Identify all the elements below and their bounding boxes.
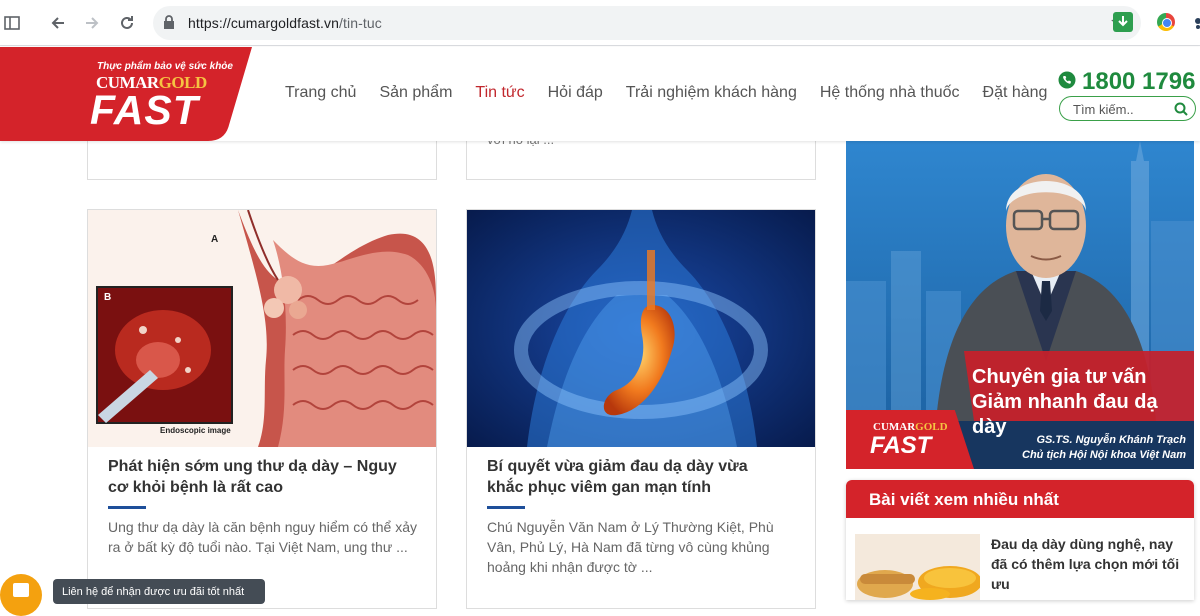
extension-icon[interactable] — [1186, 11, 1200, 35]
banner-headline-line-1: Chuyên gia tư vấn — [972, 366, 1147, 388]
article-excerpt: Chú Nguyễn Văn Nam ở Lý Thường Kiệt, Phù… — [487, 519, 774, 575]
search-placeholder: Tìm kiếm.. — [1073, 102, 1134, 117]
title-underline — [487, 506, 525, 509]
article-card[interactable]: A B Endoscopic image Phát hiện sớm ung t… — [87, 209, 437, 609]
reload-icon[interactable] — [115, 11, 139, 35]
article-title[interactable]: Bí quyết vừa giảm đau dạ dày vừa khắc ph… — [487, 456, 787, 498]
chrome-extension-icon[interactable] — [1157, 13, 1175, 31]
article-image-stomach-xray[interactable] — [467, 210, 815, 447]
popular-post-thumbnail[interactable] — [855, 534, 980, 600]
popular-post-title[interactable]: Đau dạ dày dùng nghệ, nay đã có thêm lựa… — [991, 534, 1186, 594]
nav-item-san-pham[interactable]: Sản phẩm — [379, 84, 452, 102]
expert-name: GS.TS. Nguyễn Khánh Trạch — [1036, 434, 1186, 446]
image-label-b: B — [104, 292, 112, 303]
lock-icon — [163, 15, 175, 35]
title-underline — [108, 506, 146, 509]
whatsapp-phone-icon — [1058, 71, 1076, 94]
nav-item-trai-nghiem[interactable]: Trải nghiệm khách hàng — [626, 84, 797, 102]
hotline-number: 1800 1796 — [1082, 68, 1196, 95]
article-title[interactable]: Phát hiện sớm ung thư dạ dày – Nguy cơ k… — [108, 456, 408, 498]
chat-tooltip: Liên hệ để nhận được ưu đãi tốt nhất — [53, 579, 265, 604]
banner-brand-fast: FAST — [870, 432, 932, 459]
address-bar[interactable]: https://cumargoldfast.vn/tin-tuc — [153, 6, 1141, 40]
popular-posts-heading: Bài viết xem nhiều nhất — [846, 480, 1194, 518]
banner-headline-line-2: Giảm nhanh đau dạ dày — [972, 391, 1158, 438]
hotline[interactable]: 1800 1796 — [1058, 68, 1195, 96]
site-logo[interactable]: Thực phẩm bảo vệ sức khỏe CUMARGOLD FAST — [0, 47, 252, 141]
main-nav: Trang chủ Sản phẩm Tin tức Hỏi đáp Trải … — [285, 84, 1070, 102]
banner-headline: Chuyên gia tư vấn Giảm nhanh đau dạ dày — [972, 365, 1194, 440]
article-image-stomach-cancer[interactable]: A B Endoscopic image — [88, 210, 436, 447]
expert-banner[interactable]: Chuyên gia tư vấn Giảm nhanh đau dạ dày … — [846, 141, 1194, 469]
article-excerpt: Ung thư dạ dày là căn bệnh nguy hiểm có … — [108, 519, 418, 555]
browser-toolbar: https://cumargoldfast.vn/tin-tuc — [0, 0, 1200, 46]
chat-button[interactable] — [0, 574, 42, 616]
chat-icon — [13, 583, 29, 597]
image-label-a: A — [211, 234, 219, 245]
logo-tagline: Thực phẩm bảo vệ sức khỏe — [97, 61, 233, 72]
nav-item-dat-hang[interactable]: Đặt hàng — [983, 84, 1048, 102]
popular-posts-widget: Bài viết xem nhiều nhất Đau dạ dày dùng … — [846, 480, 1194, 600]
site-header: Thực phẩm bảo vệ sức khỏe CUMARGOLD FAST… — [0, 47, 1200, 141]
article-card[interactable]: Bí quyết vừa giảm đau dạ dày vừa khắc ph… — [466, 209, 816, 609]
search-icon[interactable] — [1174, 102, 1188, 121]
nav-item-hoi-dap[interactable]: Hỏi đáp — [548, 84, 603, 102]
expert-title: Chủ tịch Hội Nội khoa Việt Nam — [1022, 449, 1186, 461]
image-caption: Endoscopic image — [160, 426, 231, 435]
download-extension-icon[interactable] — [1113, 12, 1133, 32]
nav-item-trang-chu[interactable]: Trang chủ — [285, 84, 356, 102]
logo-brand-fast: FAST — [90, 87, 199, 133]
forward-icon[interactable] — [80, 11, 104, 35]
sidebar-toggle-icon[interactable] — [0, 11, 24, 35]
back-icon[interactable] — [46, 11, 70, 35]
search-input[interactable]: Tìm kiếm.. — [1059, 96, 1196, 121]
banner-brand-logo: CUMARGOLD FAST — [846, 410, 974, 469]
nav-item-tin-tuc[interactable]: Tin tức — [475, 84, 524, 102]
url-text: https://cumargoldfast.vn/tin-tuc — [188, 15, 382, 31]
nav-item-he-thong-nha-thuoc[interactable]: Hệ thống nhà thuốc — [820, 84, 960, 102]
